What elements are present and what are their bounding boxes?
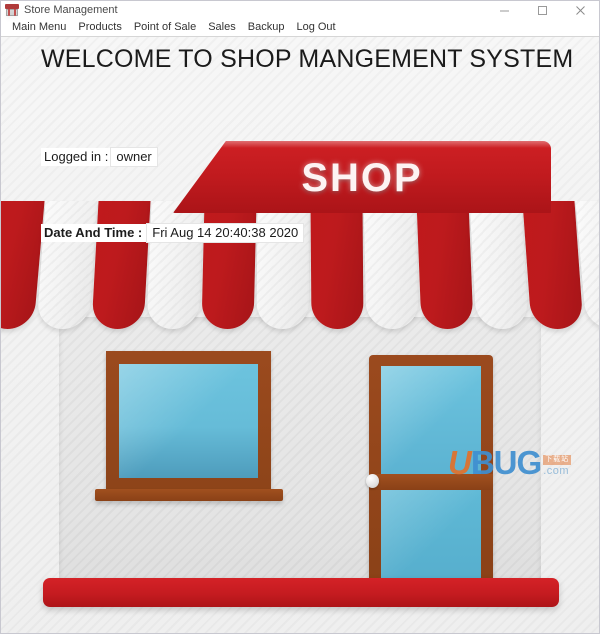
awning-stripe-red: [522, 201, 584, 329]
close-button[interactable]: [561, 1, 599, 19]
datetime-row: Date And Time : Fri Aug 14 20:40:38 2020: [41, 223, 305, 243]
window-sill: [95, 489, 283, 501]
storefront-illustration: SHOP: [1, 37, 599, 633]
watermark-com: .com: [543, 465, 570, 477]
awning-stripe-red: [416, 201, 474, 329]
logged-in-row: Logged in : owner: [41, 147, 158, 167]
menu-bar: Main Menu Products Point of Sale Sales B…: [1, 19, 599, 37]
awning-stripe-red: [201, 201, 257, 329]
storefront-base: [43, 578, 559, 607]
awning-stripe-white: [146, 201, 204, 329]
awning-stripe-white: [469, 201, 529, 329]
awning-stripe-white: [256, 201, 310, 329]
main-content: SHOP WELCOME TO SHOP MANGEMENT SYSTEM Lo…: [1, 37, 599, 633]
menu-item-sales[interactable]: Sales: [202, 20, 242, 35]
logged-in-label: Logged in :: [41, 148, 111, 166]
awning-stripe-red: [310, 201, 364, 329]
awning-stripe-white: [36, 201, 98, 329]
datetime-label: Date And Time :: [41, 224, 147, 242]
window-glass: [119, 364, 258, 478]
watermark-u: U: [448, 444, 472, 481]
watermark-bug: BUG: [470, 444, 542, 481]
page-title: WELCOME TO SHOP MANGEMENT SYSTEM: [41, 45, 574, 73]
menu-item-backup[interactable]: Backup: [242, 20, 291, 35]
watermark-logo: U BUG 下载站 .com: [448, 444, 572, 481]
menu-item-main-menu[interactable]: Main Menu: [6, 20, 72, 35]
shop-sign-text: SHOP: [301, 155, 423, 200]
title-bar[interactable]: Store Management: [1, 1, 599, 19]
window-title: Store Management: [24, 4, 118, 16]
logged-in-value: owner: [110, 147, 158, 167]
shop-window: [106, 351, 271, 491]
door-glass-lower: [381, 490, 481, 585]
application-window: Store Management Main Menu Products Poin…: [0, 0, 600, 634]
window-controls: [485, 1, 599, 19]
door-knob-icon: [366, 474, 379, 488]
awning-stripe-red: [91, 201, 151, 329]
minimize-button[interactable]: [485, 1, 523, 19]
menu-item-log-out[interactable]: Log Out: [290, 20, 341, 35]
maximize-button[interactable]: [523, 1, 561, 19]
shop-icon: [5, 3, 19, 17]
menu-item-point-of-sale[interactable]: Point of Sale: [128, 20, 202, 35]
datetime-value: Fri Aug 14 20:40:38 2020: [146, 223, 305, 243]
watermark-cn: 下载站: [543, 455, 572, 465]
menu-item-products[interactable]: Products: [72, 20, 127, 35]
awning-stripe-white: [363, 201, 419, 329]
